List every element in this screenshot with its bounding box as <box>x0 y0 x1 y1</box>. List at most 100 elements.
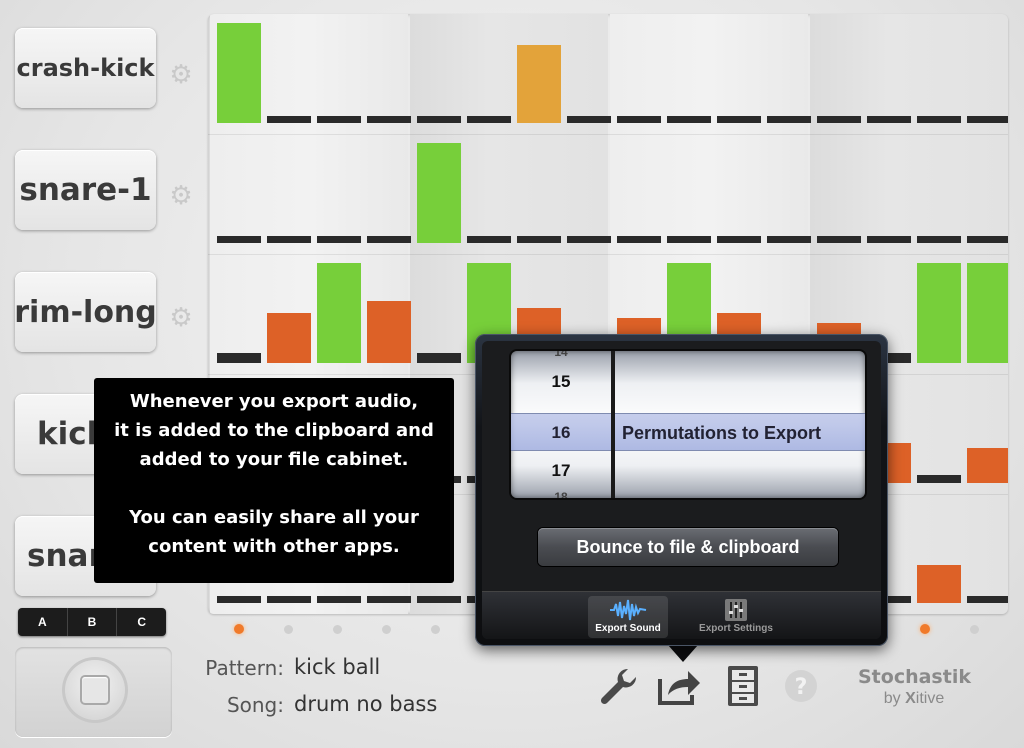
picker-row[interactable]: 15 <box>511 362 865 402</box>
step-cell[interactable] <box>367 596 411 603</box>
export-tab-bar: Export Sound Export Settings <box>482 591 881 639</box>
export-popover: 14 15 16 Permutations to Export 17 18 Bo… <box>475 334 888 646</box>
transport-panel <box>15 647 172 737</box>
bounce-to-file-button[interactable]: Bounce to file & clipboard <box>538 528 838 566</box>
brand-byline: by Xitive <box>883 690 945 707</box>
step-cell[interactable] <box>517 236 561 243</box>
step-cell[interactable] <box>517 45 561 123</box>
playhead-dot <box>333 625 342 634</box>
step-cell[interactable] <box>217 353 261 363</box>
step-cell[interactable] <box>367 301 411 363</box>
track-button-crash-kick[interactable]: crash-kick <box>15 28 156 108</box>
step-cell[interactable] <box>317 596 361 603</box>
tooltip-line: added to your file cabinet. <box>139 449 409 470</box>
playhead-dot <box>970 625 979 634</box>
gear-icon[interactable]: ⚙ <box>167 60 195 88</box>
step-cell[interactable] <box>917 475 961 483</box>
step-cell[interactable] <box>867 116 911 123</box>
picker-selected-value: 16 <box>551 423 571 442</box>
tab-export-sound[interactable]: Export Sound <box>588 596 668 638</box>
playhead-dot-active <box>920 624 930 634</box>
share-icon[interactable] <box>656 663 702 709</box>
pattern-name: kick ball <box>294 655 381 679</box>
popover-arrow <box>668 645 698 662</box>
file-cabinet-icon[interactable] <box>720 663 766 709</box>
pattern-bank-selector[interactable]: A B C <box>18 608 166 636</box>
step-cell[interactable] <box>217 23 261 123</box>
step-cell[interactable] <box>267 116 311 123</box>
step-cell[interactable] <box>817 116 861 123</box>
step-cell[interactable] <box>367 236 411 243</box>
picker-row[interactable]: 17 <box>511 451 865 491</box>
step-cell[interactable] <box>667 236 711 243</box>
step-cell[interactable] <box>717 116 761 123</box>
step-cell[interactable] <box>567 116 611 123</box>
step-cell[interactable] <box>767 236 811 243</box>
playhead-dot-active <box>234 624 244 634</box>
step-cell[interactable] <box>317 116 361 123</box>
tooltip-line: it is added to the clipboard and <box>114 420 434 441</box>
picker-value: 14 <box>554 351 568 359</box>
step-cell[interactable] <box>467 236 511 243</box>
pattern-bank-c-button[interactable]: C <box>117 608 166 636</box>
tab-label: Export Settings <box>699 623 773 634</box>
step-cell[interactable] <box>567 236 611 243</box>
step-cell[interactable] <box>967 116 1008 123</box>
step-cell[interactable] <box>917 236 961 243</box>
stop-icon <box>82 677 108 703</box>
tab-label: Export Sound <box>595 623 661 634</box>
step-cell[interactable] <box>917 565 961 603</box>
tab-export-settings[interactable]: Export Settings <box>696 596 776 638</box>
sliders-icon <box>725 599 747 621</box>
step-cell[interactable] <box>967 236 1008 243</box>
picker-selected-row[interactable]: 16 Permutations to Export <box>511 413 865 451</box>
step-cell[interactable] <box>217 596 261 603</box>
stop-button[interactable] <box>65 660 125 720</box>
waveform-icon <box>610 599 647 621</box>
step-cell[interactable] <box>817 236 861 243</box>
pattern-bank-a-button[interactable]: A <box>18 608 68 636</box>
step-cell[interactable] <box>417 116 461 123</box>
permutations-picker[interactable]: 14 15 16 Permutations to Export 17 18 <box>511 351 865 498</box>
tooltip-line: You can easily share all your <box>129 507 419 528</box>
row-separator <box>208 254 1008 255</box>
track-button-snare-1[interactable]: snare-1 <box>15 150 156 230</box>
help-icon[interactable]: ? <box>778 663 824 709</box>
step-cell[interactable] <box>267 596 311 603</box>
step-cell[interactable] <box>917 116 961 123</box>
picker-selected-label: Permutations to Export <box>622 423 822 443</box>
song-name: drum no bass <box>294 692 438 716</box>
step-cell[interactable] <box>317 236 361 243</box>
step-cell[interactable] <box>617 236 661 243</box>
step-cell[interactable] <box>317 263 361 363</box>
pattern-bank-b-button[interactable]: B <box>68 608 118 636</box>
step-cell[interactable] <box>617 116 661 123</box>
step-cell[interactable] <box>867 236 911 243</box>
brand-logo: Stochastik by Xitive <box>858 666 971 708</box>
pattern-label: Pattern: <box>205 656 284 680</box>
step-cell[interactable] <box>767 116 811 123</box>
track-button-rim-long[interactable]: rim-long <box>15 272 156 352</box>
step-cell[interactable] <box>967 448 1008 483</box>
brand-name: Stochastik <box>858 666 971 688</box>
step-cell[interactable] <box>417 596 461 603</box>
wrench-icon[interactable] <box>594 663 640 709</box>
step-cell[interactable] <box>417 143 461 243</box>
step-cell[interactable] <box>267 313 311 363</box>
row-separator <box>208 134 1008 135</box>
gear-icon[interactable]: ⚙ <box>167 181 195 209</box>
step-cell[interactable] <box>717 236 761 243</box>
step-cell[interactable] <box>367 116 411 123</box>
step-cell[interactable] <box>467 116 511 123</box>
picker-value: 18 <box>554 490 568 498</box>
step-cell[interactable] <box>217 236 261 243</box>
step-cell[interactable] <box>417 353 461 363</box>
gear-icon[interactable]: ⚙ <box>167 303 195 331</box>
step-cell[interactable] <box>967 596 1008 603</box>
step-cell[interactable] <box>967 263 1008 363</box>
step-cell[interactable] <box>267 236 311 243</box>
step-cell[interactable] <box>917 263 961 363</box>
playhead-dot <box>284 625 293 634</box>
step-cell[interactable] <box>667 116 711 123</box>
tooltip-spacer <box>94 474 454 503</box>
